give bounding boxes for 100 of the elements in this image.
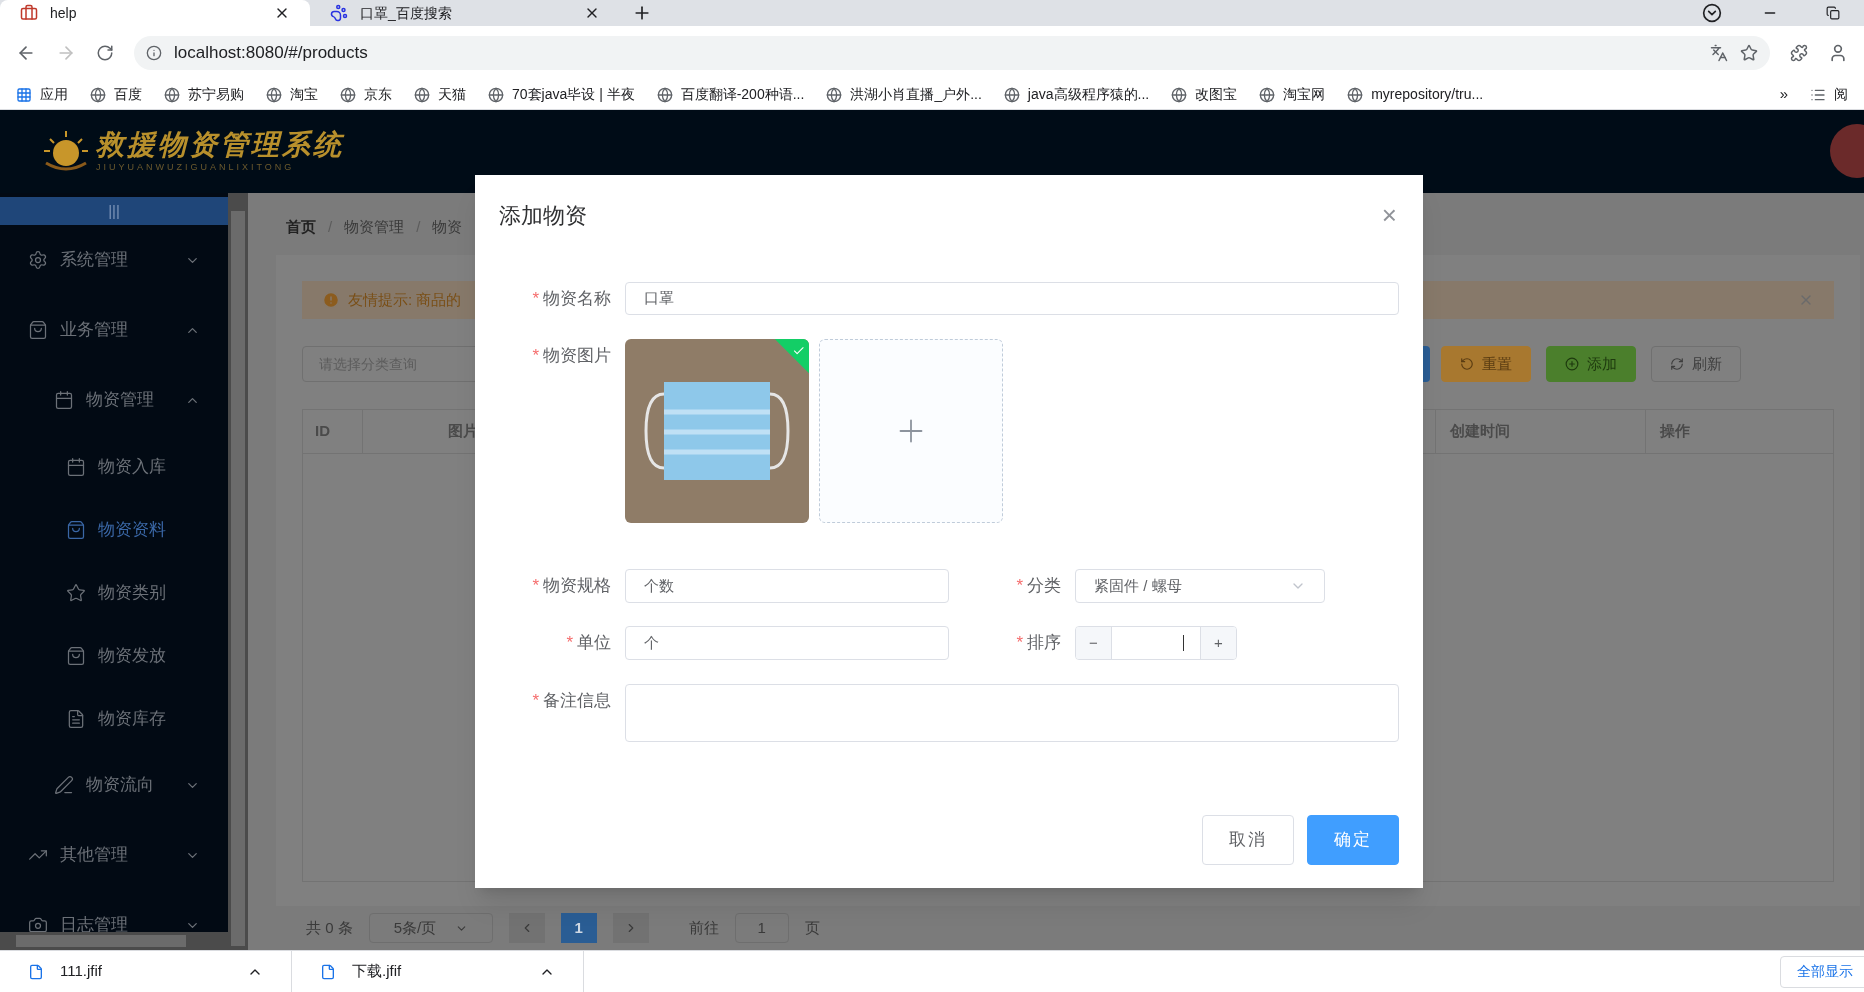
- warning-icon: [322, 291, 340, 309]
- menu-item[interactable]: 物资资料: [0, 498, 228, 561]
- bookmark[interactable]: 百度翻译-200种语...: [656, 84, 805, 105]
- menu-icon: [66, 519, 86, 540]
- bookmark[interactable]: 苏宁易购: [164, 84, 244, 105]
- globe-icon: [414, 86, 430, 103]
- download-item[interactable]: 下载.jfif: [292, 951, 584, 992]
- profile-icon[interactable]: [1828, 43, 1848, 63]
- required-mark: *: [566, 632, 573, 654]
- globe-icon: [1003, 86, 1020, 103]
- menu-icon: [66, 582, 86, 603]
- address-bar[interactable]: localhost:8080/#/products: [134, 36, 1770, 70]
- required-mark: *: [532, 288, 539, 310]
- decrement-button[interactable]: −: [1076, 627, 1112, 659]
- field-label: 备注信息: [543, 690, 611, 712]
- required-mark: *: [532, 345, 539, 367]
- menu-item[interactable]: 业务管理: [0, 295, 228, 365]
- page-number[interactable]: 1: [560, 913, 597, 943]
- file-icon: [28, 963, 44, 980]
- extensions-icon[interactable]: [1790, 44, 1808, 62]
- bookmark[interactable]: 改图宝: [1171, 84, 1238, 105]
- bookmark[interactable]: java高级程序猿的...: [1003, 84, 1150, 105]
- globe-icon: [656, 86, 673, 103]
- reload-icon[interactable]: [96, 44, 114, 62]
- menu-item[interactable]: 日志管理: [0, 890, 228, 950]
- scrollbar[interactable]: [228, 193, 248, 950]
- bookmark[interactable]: 洪湖小肖直播_户外...: [826, 84, 982, 105]
- browser-tab[interactable]: help: [0, 0, 310, 26]
- translate-icon[interactable]: [1710, 44, 1728, 62]
- field-label: 分类: [1027, 575, 1061, 597]
- menu-item[interactable]: 物资入库: [0, 435, 228, 498]
- bookmark-star-icon[interactable]: [1740, 44, 1758, 62]
- globe-icon: [1347, 86, 1364, 103]
- total-count: 共 0 条: [306, 917, 353, 938]
- required-mark: *: [1016, 632, 1023, 654]
- globe-icon: [826, 86, 843, 103]
- download-item[interactable]: 111.jfif: [0, 951, 292, 992]
- field-label: 物资图片: [543, 345, 611, 367]
- menu-item[interactable]: 物资发放: [0, 624, 228, 687]
- menu-icon: [66, 645, 86, 666]
- bookmark[interactable]: 淘宝: [266, 84, 318, 105]
- globe-icon: [340, 86, 356, 103]
- breadcrumb-separator: /: [328, 216, 333, 237]
- globe-icon: [1171, 86, 1188, 103]
- bookmark[interactable]: myrepository/tru...: [1347, 84, 1484, 105]
- menu-icon: [28, 250, 48, 270]
- paw-icon: [330, 4, 348, 22]
- order-number-input[interactable]: − +: [1075, 626, 1237, 660]
- tab-search-icon[interactable]: [1702, 3, 1722, 23]
- restore-icon[interactable]: [1826, 6, 1840, 20]
- goto-suffix: 页: [804, 917, 820, 938]
- menu-item[interactable]: 物资流向: [0, 750, 228, 820]
- briefcase-icon: [20, 4, 38, 22]
- name-input[interactable]: 口罩: [625, 282, 1399, 315]
- horizontal-scrollbar[interactable]: [0, 932, 228, 950]
- menu-icon: [28, 915, 48, 935]
- field-label: 物资名称: [543, 288, 611, 310]
- bookmark[interactable]: 百度: [90, 84, 142, 105]
- button-icon: [1670, 357, 1684, 371]
- unit-input[interactable]: 个: [625, 626, 949, 660]
- increment-button[interactable]: +: [1200, 627, 1236, 659]
- menu-icon: [66, 456, 86, 477]
- menu-icon: [66, 708, 86, 729]
- reading-list[interactable]: 阅: [1834, 84, 1848, 105]
- bookmark[interactable]: 天猫: [414, 84, 466, 105]
- globe-icon: [164, 86, 180, 103]
- button-icon: [1565, 357, 1579, 371]
- menu-item[interactable]: 物资管理: [0, 365, 228, 435]
- category-select[interactable]: 紧固件 / 螺母: [1075, 569, 1325, 603]
- menu-item[interactable]: 系统管理: [0, 225, 228, 295]
- show-all-button[interactable]: 全部显示: [1780, 955, 1864, 988]
- bookmark[interactable]: 应用: [16, 84, 68, 105]
- field-label: 排序: [1027, 632, 1061, 654]
- cancel-button[interactable]: 取消: [1202, 815, 1294, 865]
- field-label: 物资规格: [543, 575, 611, 597]
- menu-icon: [54, 390, 74, 410]
- alert-text: 友情提示: 商品的: [348, 289, 462, 310]
- menu-icon: [54, 775, 74, 795]
- logo-title: 救援物资管理系统: [96, 128, 344, 161]
- menu-item[interactable]: 物资库存: [0, 687, 228, 750]
- breadcrumb-link[interactable]: 首页: [286, 215, 316, 239]
- bookmark[interactable]: 70套java毕设 | 半夜: [488, 84, 635, 105]
- globe-icon: [90, 86, 106, 103]
- menu-item[interactable]: 其他管理: [0, 820, 228, 890]
- logo-subtitle: JIUYUANWUZIGUANLIXITONG: [96, 160, 296, 174]
- required-mark: *: [532, 575, 539, 597]
- menu-item[interactable]: 物资类别: [0, 561, 228, 624]
- menu-icon: [28, 320, 48, 340]
- required-mark: *: [1016, 575, 1023, 597]
- breadcrumb-separator: /: [416, 216, 421, 237]
- sidebar-toggle[interactable]: |||: [0, 197, 228, 225]
- globe-icon: [1259, 86, 1276, 103]
- file-icon: [320, 963, 336, 980]
- button-icon: [1460, 357, 1474, 371]
- spec-input[interactable]: 个数: [625, 569, 949, 603]
- apps-icon: [16, 86, 32, 103]
- bookmark[interactable]: 京东: [340, 84, 392, 105]
- text-cursor-icon: [1183, 635, 1184, 651]
- bookmark[interactable]: 淘宝网: [1259, 84, 1326, 105]
- bookmarks-more[interactable]: »: [1779, 83, 1788, 106]
